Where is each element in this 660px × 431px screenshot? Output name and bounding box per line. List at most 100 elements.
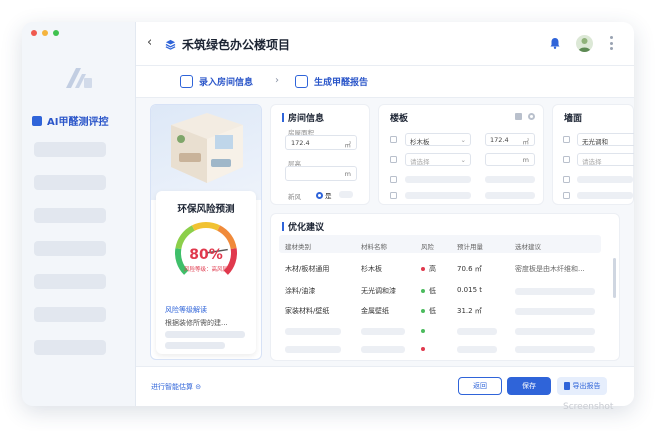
- sidebar-item-placeholder[interactable]: [34, 208, 106, 223]
- select-placeholder: 请选择: [410, 158, 430, 166]
- risk-forecast-card: 环保风险预测 80% 风险等级：高风险 风险等级解读 根据装修所需的建...: [156, 191, 256, 354]
- floor-area-value: 172.4: [490, 136, 509, 144]
- project-title: 禾筑绿色办公楼项目: [165, 36, 290, 53]
- floor-area-unit: ㎡: [522, 138, 530, 146]
- radio-checked-icon: [316, 191, 323, 199]
- area-value: 172.4: [291, 139, 310, 147]
- cell-placeholder: [361, 328, 405, 335]
- cell-advice-placeholder: [515, 308, 595, 315]
- maximize-dot[interactable]: [53, 30, 59, 36]
- row-checkbox[interactable]: [390, 136, 397, 143]
- wall-card: 墙面 无光调和 请选择: [552, 104, 634, 205]
- sidebar-item-placeholder[interactable]: [34, 274, 106, 289]
- gauge-segment: [191, 222, 221, 231]
- floor-material: 杉木板: [410, 138, 430, 146]
- step-room-info[interactable]: 录入房间信息: [180, 75, 253, 88]
- risk-title: 环保风险预测: [177, 204, 235, 215]
- sidebar: AI甲醛测评控: [22, 22, 136, 406]
- cell-placeholder: [361, 346, 405, 353]
- cell-risk-label: 高: [429, 265, 436, 273]
- floor-select-2[interactable]: 请选择 ⌄: [405, 153, 471, 166]
- floor-heading: 楼板: [390, 111, 408, 124]
- fresh-air-yes-radio[interactable]: 是: [316, 190, 332, 200]
- suggestion-heading: 优化建议: [282, 220, 324, 233]
- top-bar: ‹ 禾筑绿色办公楼项目: [136, 22, 634, 66]
- row-checkbox[interactable]: [563, 156, 570, 163]
- cell-placeholder: [515, 346, 595, 353]
- floor-card: 楼板 杉木板 ⌄ 172.4 ㎡ 请选择 ⌄ m: [378, 104, 544, 205]
- wall-select-2[interactable]: 请选择: [577, 153, 634, 166]
- risk-dot: [421, 347, 425, 351]
- row-placeholder: [577, 176, 633, 183]
- row-checkbox[interactable]: [390, 176, 397, 183]
- avatar[interactable]: [576, 35, 593, 52]
- cell-advice-placeholder: [515, 288, 595, 295]
- gauge-segment: [217, 225, 237, 250]
- sidebar-item-placeholder[interactable]: [34, 241, 106, 256]
- fresh-air-no-placeholder[interactable]: [339, 191, 353, 198]
- step-room-info-label: 录入房间信息: [199, 78, 254, 88]
- project-title-text: 禾筑绿色办公楼项目: [182, 38, 291, 52]
- save-button[interactable]: 保存: [507, 377, 551, 395]
- minimize-dot[interactable]: [42, 30, 48, 36]
- cell-advice: 密度板是由木纤维和...: [515, 265, 585, 273]
- bell-icon[interactable]: [549, 37, 561, 49]
- cell-placeholder: [285, 346, 341, 353]
- row-checkbox[interactable]: [390, 192, 397, 199]
- text-placeholder: [165, 331, 245, 338]
- floor-title: 楼板: [390, 114, 409, 124]
- risk-dot: [421, 289, 425, 293]
- risk-percent: 80%: [189, 247, 223, 263]
- back-button[interactable]: ‹: [147, 35, 152, 50]
- floor-length-input[interactable]: m: [485, 153, 535, 166]
- suggestion-title: 优化建议: [288, 223, 325, 233]
- cell-risk-label: 低: [429, 287, 436, 295]
- cell-risk-label: 低: [429, 307, 436, 315]
- column-header: 预计用量: [457, 243, 483, 251]
- export-report-button[interactable]: 导出报告: [557, 377, 607, 395]
- floor-area-input[interactable]: 172.4 ㎡: [485, 133, 535, 146]
- table-header: [279, 235, 601, 253]
- gauge-segment: [175, 225, 195, 250]
- wall-material-select[interactable]: 无光调和: [577, 133, 634, 146]
- sidebar-item-placeholder[interactable]: [34, 340, 106, 355]
- row-checkbox[interactable]: [563, 192, 570, 199]
- row-checkbox[interactable]: [563, 136, 570, 143]
- more-icon[interactable]: [610, 36, 613, 50]
- row-checkbox[interactable]: [563, 176, 570, 183]
- sidebar-item-placeholder[interactable]: [34, 175, 106, 190]
- row-placeholder: [405, 176, 471, 183]
- area-input[interactable]: 172.4 ㎡: [285, 135, 357, 150]
- gear-icon[interactable]: [528, 113, 535, 120]
- risk-description: 根据装修所需的建...: [165, 319, 228, 327]
- cell-placeholder: [285, 328, 341, 335]
- house-icon: [180, 75, 193, 88]
- row-checkbox[interactable]: [390, 156, 397, 163]
- column-header: 建材类别: [285, 243, 311, 251]
- close-dot[interactable]: [31, 30, 37, 36]
- scrollbar[interactable]: [613, 258, 616, 298]
- sidebar-item-placeholder[interactable]: [34, 307, 106, 322]
- step-report[interactable]: 生成甲醛报告: [295, 75, 368, 88]
- fresh-air-yes-label: 是: [325, 192, 332, 200]
- wall-material: 无光调和: [582, 138, 608, 146]
- floor-material-select[interactable]: 杉木板 ⌄: [405, 133, 471, 146]
- smart-estimate-link[interactable]: 进行智能估算 ⊝: [151, 382, 201, 392]
- height-input[interactable]: m: [285, 166, 357, 181]
- floor-length-unit: m: [522, 156, 529, 164]
- sidebar-brand[interactable]: AI甲醛测评控: [32, 113, 108, 128]
- app-logo-icon: [66, 68, 92, 88]
- step-bar: 录入房间信息 › 生成甲醛报告: [136, 66, 634, 98]
- risk-level-link[interactable]: 风险等级解读: [165, 305, 207, 315]
- layers-icon: [165, 39, 176, 50]
- room-info-title: 房间信息: [288, 114, 325, 124]
- grid-icon[interactable]: [515, 113, 522, 120]
- main-area: ‹ 禾筑绿色办公楼项目 录入房间信息 › 生成甲醛报告 环保风险预测 80% 风…: [136, 22, 634, 406]
- chevron-down-icon: ⌄: [460, 136, 466, 144]
- cell-placeholder: [457, 346, 497, 353]
- sidebar-item-placeholder[interactable]: [34, 142, 106, 157]
- return-button[interactable]: 返回: [458, 377, 502, 395]
- chevron-down-icon: ⌄: [460, 156, 466, 164]
- room-info-heading: 房间信息: [282, 111, 324, 124]
- cell-category: 木材/板材通用: [285, 265, 330, 273]
